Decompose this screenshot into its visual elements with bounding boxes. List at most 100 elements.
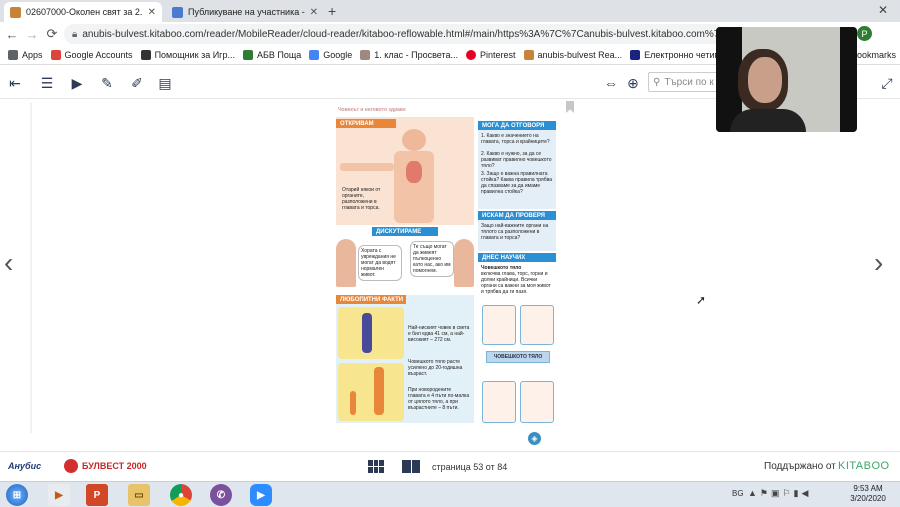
lungs-illustration (406, 161, 422, 183)
window-close-icon[interactable]: ✕ (878, 3, 888, 17)
tab-title: Публикуване на участника - Уе (188, 7, 306, 17)
publisher-logo-anubis: Анубис (8, 461, 42, 471)
table-of-contents-icon[interactable]: ☰ (38, 74, 56, 92)
page-indicator: страница 53 от 84 (432, 462, 508, 472)
bookmark-google[interactable]: Google (309, 50, 352, 60)
file-explorer-icon[interactable]: ▭ (128, 484, 150, 506)
previous-page-icon[interactable]: ‹ (4, 247, 13, 279)
windows-taskbar: ⊞ ▶ P ▭ ● ✆ ▶ BG ▲⚑▣⚐▮◀ 9:53 AM 3/20/202… (0, 481, 900, 507)
bookmark-anubis[interactable]: anubis-bulvest Rea... (523, 50, 622, 60)
learned-text: включва глава, торс, горни и долни крайн… (481, 271, 551, 295)
question-item: 2. Какво е нужно, за да се развиват прав… (481, 151, 552, 169)
fact-item: Най-ниският човек в света е бил едва 41 … (408, 325, 470, 343)
bookmark-list-icon[interactable]: ▶ (68, 74, 86, 92)
check-question: Защо най-важните органи на тялото са раз… (481, 223, 549, 241)
close-icon[interactable]: ✕ (148, 7, 156, 18)
zoom-in-icon[interactable]: ⊕ (624, 74, 642, 92)
search-input[interactable]: ⚲ Търси по к (648, 72, 718, 92)
section-header: ДИСКУТИРАМЕ (372, 227, 438, 236)
next-page-icon[interactable]: › (874, 247, 883, 279)
start-button-icon[interactable]: ⊞ (6, 484, 28, 506)
bookmark-icon (630, 50, 641, 60)
bookmark-abv-mail[interactable]: АБВ Поща (242, 50, 301, 60)
discuss-panel: ДИСКУТИРАМЕ Хората с увреждания не могат… (336, 227, 474, 293)
diagram-box (482, 381, 516, 423)
two-page-view-icon[interactable] (402, 460, 420, 473)
participant-shoulders (730, 109, 806, 132)
back-arrow-icon[interactable]: ← (4, 26, 20, 42)
webcam-frame-right (840, 27, 857, 132)
bookmark-apps[interactable]: Apps (8, 50, 43, 60)
can-answer-panel: МОГА ДА ОТГОВОРЯ 1. Какво е значението н… (478, 121, 556, 209)
page-icon (172, 6, 183, 18)
browser-tab-strip: 02607000-Околен свят за 2. кла ✕ Публику… (0, 0, 900, 22)
participant-face (748, 57, 782, 103)
browser-tab[interactable]: 02607000-Околен свят за 2. кла ✕ (4, 2, 162, 22)
mouse-cursor-icon: ➚ (696, 293, 707, 307)
boy-illustration (336, 239, 356, 287)
divider (30, 103, 32, 433)
fit-width-icon[interactable]: ⇔ (602, 74, 620, 92)
child-figure (350, 391, 356, 415)
clock-time[interactable]: 9:53 AM (846, 484, 890, 493)
chrome-icon[interactable]: ● (170, 484, 192, 506)
url-field[interactable]: 🔒︎ anubis-bulvest.kitaboo.com/reader/Mob… (64, 24, 724, 44)
clock-date[interactable]: 3/20/2020 (846, 494, 890, 503)
bookmark-helper[interactable]: Помощник за Игр... (140, 50, 235, 60)
profile-avatar[interactable]: P (857, 26, 872, 41)
grid-view-icon[interactable] (368, 460, 384, 473)
fullscreen-icon[interactable]: ⤢ (878, 74, 896, 92)
powerpoint-icon[interactable]: P (86, 484, 108, 506)
new-tab-button[interactable]: + (328, 3, 336, 19)
reload-icon[interactable]: ⟳ (44, 26, 60, 42)
home-icon (242, 50, 253, 60)
section-header: МОГА ДА ОТГОВОРЯ (478, 121, 556, 130)
diagram-box (482, 305, 516, 345)
facts-panel: ЛЮБОПИТНИ ФАКТИ Най-ниският човек в свет… (336, 295, 474, 423)
discover-panel: ОТКРИВАМ Отарий някои от органите, разпо… (336, 117, 474, 225)
girl-illustration (454, 239, 474, 287)
forward-arrow-icon[interactable]: → (24, 26, 40, 42)
close-icon[interactable]: ✕ (310, 7, 318, 18)
browser-tab[interactable]: Публикуване на участника - Уе ✕ (166, 2, 324, 22)
google-icon (50, 50, 61, 60)
section-header: ЛЮБОПИТНИ ФАКТИ (336, 295, 406, 304)
bookmark-google-accounts[interactable]: Google Accounts (50, 50, 133, 60)
person-figure (362, 313, 372, 353)
highlighter-icon[interactable]: ✎ (98, 74, 116, 92)
other-bookmarks[interactable]: ookmarks (857, 50, 896, 60)
bookmark-pinterest[interactable]: Pinterest (466, 50, 516, 60)
notes-icon[interactable]: ▤ (156, 74, 174, 92)
google-icon (309, 50, 320, 60)
system-tray-icons[interactable]: ▲⚑▣⚐▮◀ (748, 488, 811, 499)
question-item: 3. Защо е важна правилната стойка? Каква… (481, 171, 552, 195)
exit-reader-icon[interactable]: ⇤ (6, 74, 24, 92)
zoom-icon[interactable]: ▶ (250, 484, 272, 506)
language-indicator[interactable]: BG (732, 489, 744, 498)
bulvest-logo-icon (64, 459, 78, 473)
question-item: 1. Какво е значението на главата, торса … (481, 133, 550, 145)
viber-icon[interactable]: ✆ (210, 484, 232, 506)
bookmark-prosveta[interactable]: 1. клас - Просвета... (360, 50, 458, 60)
arm-illustration (340, 163, 394, 171)
lock-icon: 🔒︎ (72, 28, 78, 40)
section-header: ДНЕС НАУЧИХ (478, 253, 556, 262)
media-player-icon[interactable]: ▶ (48, 484, 70, 506)
search-icon: ⚲ (653, 76, 661, 88)
book-icon (523, 50, 534, 60)
speech-bubble-left: Хората с увреждания не могат да водят но… (358, 245, 402, 281)
bookmark-ebook[interactable]: Електронно четим... (630, 50, 728, 60)
pinterest-icon (466, 50, 476, 60)
pen-icon[interactable]: ✐ (128, 74, 146, 92)
discover-caption: Отарий някои от органите, разположени в … (342, 187, 381, 211)
diagram-box (520, 381, 554, 423)
body-illustration-head (402, 129, 426, 151)
url-text: anubis-bulvest.kitaboo.com/reader/Mobile… (82, 28, 724, 40)
want-check-panel: ИСКАМ ДА ПРОВЕРЯ Защо най-важните органи… (478, 211, 556, 251)
page-bookmark-icon[interactable] (566, 101, 574, 113)
publisher-logo-bulvest: БУЛВЕСТ 2000 (82, 461, 147, 471)
webcam-video-overlay[interactable] (716, 27, 857, 132)
tab-title: 02607000-Околен свят за 2. кла (26, 7, 144, 17)
section-header: ОТКРИВАМ (336, 119, 396, 128)
page-navigator-icon[interactable]: ◈ (528, 432, 541, 445)
